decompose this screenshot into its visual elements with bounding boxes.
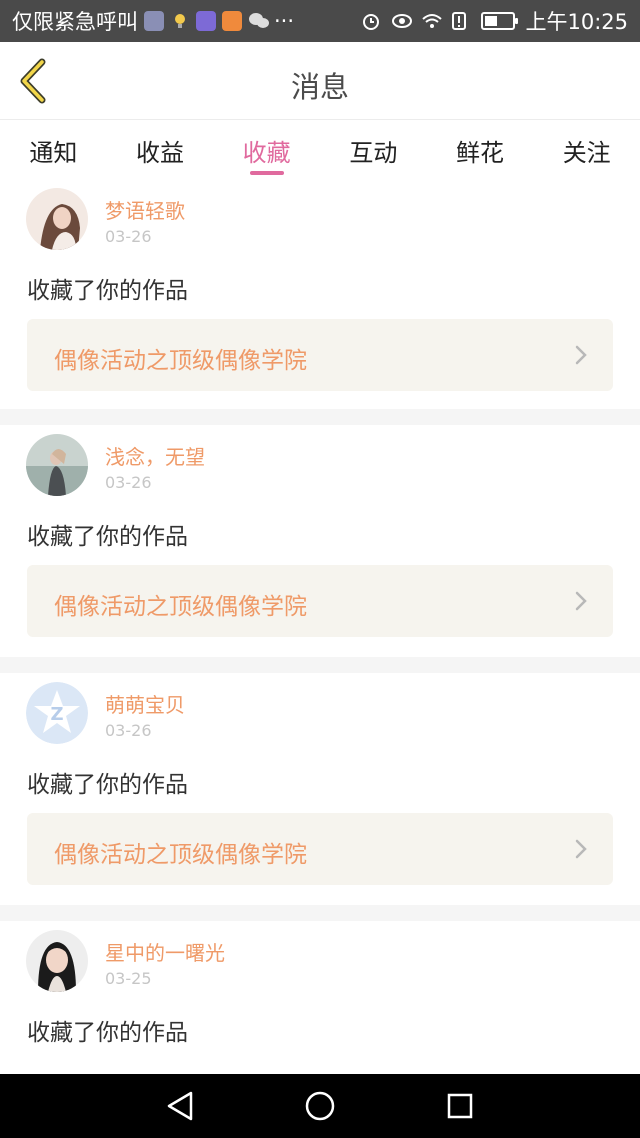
tab-label: 收益 [136, 139, 184, 167]
tab-label: 互动 [349, 139, 398, 167]
message-card: Z 萌萌宝贝 03-26 收藏了你的作品 偶像活动之顶级偶像学院 [0, 673, 640, 905]
video-app-icon [222, 11, 242, 31]
status-bar: 仅限紧急呼叫 ··· 上午10:25 [0, 0, 640, 42]
tab-favorites[interactable]: 收藏 [213, 121, 320, 179]
tab-label: 鲜花 [456, 139, 505, 167]
tab-bar: 通知 收益 收藏 互动 鲜花 关注 [0, 121, 640, 179]
user-avatar[interactable] [26, 930, 88, 992]
message-list[interactable]: 梦语轻歌 03-26 收藏了你的作品 偶像活动之顶级偶像学院 浅念，无望 03-… [0, 179, 640, 1074]
app-notification-icon [144, 11, 164, 31]
nav-back-button[interactable] [160, 1086, 200, 1126]
circle-home-icon [305, 1091, 335, 1121]
page-title: 消息 [290, 70, 349, 104]
svg-text:Z: Z [50, 704, 63, 725]
square-recents-icon [447, 1093, 473, 1119]
message-date: 03-26 [105, 227, 152, 246]
clock-time: 上午10:25 [525, 10, 628, 34]
message-card: 星中的一曙光 03-25 收藏了你的作品 [0, 921, 640, 1074]
tab-label: 收藏 [242, 139, 291, 167]
music-app-icon [196, 11, 216, 31]
sim-alert-icon [451, 11, 471, 31]
work-title: 偶像活动之顶级偶像学院 [54, 594, 307, 620]
user-avatar[interactable] [26, 434, 88, 496]
battery-icon [481, 12, 519, 30]
tab-label: 关注 [562, 139, 611, 167]
chevron-right-icon [575, 839, 587, 859]
message-action: 收藏了你的作品 [27, 772, 188, 798]
message-card: 梦语轻歌 03-26 收藏了你的作品 偶像活动之顶级偶像学院 [0, 179, 640, 409]
carrier-text: 仅限紧急呼叫 [12, 10, 138, 34]
nav-home-button[interactable] [300, 1086, 340, 1126]
message-date: 03-25 [105, 969, 152, 988]
message-date: 03-26 [105, 721, 152, 740]
navigation-bar [0, 1074, 640, 1138]
user-avatar[interactable]: Z [26, 682, 88, 744]
message-date: 03-26 [105, 473, 152, 492]
user-name[interactable]: 梦语轻歌 [105, 195, 185, 224]
message-action: 收藏了你的作品 [27, 278, 188, 304]
work-link[interactable]: 偶像活动之顶级偶像学院 [27, 565, 613, 637]
eye-icon [391, 11, 413, 31]
work-link[interactable]: 偶像活动之顶级偶像学院 [27, 319, 613, 391]
battery-level [485, 16, 498, 26]
message-action: 收藏了你的作品 [27, 1020, 188, 1046]
user-name[interactable]: 星中的一曙光 [105, 937, 225, 966]
work-title: 偶像活动之顶级偶像学院 [54, 348, 307, 374]
tab-earnings[interactable]: 收益 [107, 121, 214, 179]
header: 消息 [0, 42, 640, 120]
user-avatar[interactable] [26, 188, 88, 250]
triangle-back-icon [167, 1091, 193, 1121]
message-action: 收藏了你的作品 [27, 524, 188, 550]
tab-follows[interactable]: 关注 [533, 121, 640, 179]
tab-notifications[interactable]: 通知 [0, 121, 107, 179]
chevron-right-icon [575, 345, 587, 365]
more-notifications-icon: ··· [274, 9, 295, 33]
chevron-right-icon [575, 591, 587, 611]
user-name[interactable]: 浅念，无望 [105, 441, 205, 470]
tab-flowers[interactable]: 鲜花 [427, 121, 534, 179]
wechat-icon [248, 11, 269, 31]
tab-label: 通知 [29, 139, 78, 167]
wifi-icon [421, 11, 443, 31]
bulb-icon [170, 11, 190, 31]
tab-interactions[interactable]: 互动 [320, 121, 427, 179]
alarm-icon [361, 11, 381, 31]
user-name[interactable]: 萌萌宝贝 [105, 689, 185, 718]
work-title: 偶像活动之顶级偶像学院 [54, 842, 307, 868]
message-card: 浅念，无望 03-26 收藏了你的作品 偶像活动之顶级偶像学院 [0, 425, 640, 657]
work-link[interactable]: 偶像活动之顶级偶像学院 [27, 813, 613, 885]
nav-recents-button[interactable] [440, 1086, 480, 1126]
